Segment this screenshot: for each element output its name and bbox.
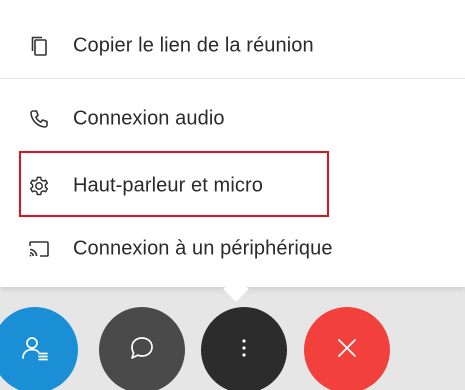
chat-icon <box>127 333 157 368</box>
more-options-menu: Copier le lien de la réunion Connexion a… <box>0 0 465 287</box>
connect-to-device-item[interactable]: Connexion à un périphérique <box>0 221 465 277</box>
speaker-and-mic-item[interactable]: Haut-parleur et micro <box>0 158 465 214</box>
gear-icon <box>28 175 50 197</box>
meeting-stage: Copier le lien de la réunion Connexion a… <box>0 0 465 390</box>
leave-meeting-button[interactable] <box>304 307 390 390</box>
phone-icon <box>28 108 50 130</box>
chat-button[interactable] <box>99 307 185 390</box>
cast-icon <box>28 238 50 260</box>
more-icon <box>229 333 259 368</box>
copy-meeting-link-item[interactable]: Copier le lien de la réunion <box>0 18 465 74</box>
menu-divider <box>0 78 465 79</box>
participants-icon <box>20 333 50 368</box>
more-options-button[interactable] <box>201 307 287 390</box>
copy-icon <box>28 35 50 57</box>
audio-connection-item[interactable]: Connexion audio <box>0 91 465 147</box>
close-icon <box>332 333 362 368</box>
copy-meeting-link-label: Copier le lien de la réunion <box>73 34 314 57</box>
audio-connection-label: Connexion audio <box>73 107 225 130</box>
participants-button[interactable] <box>0 307 78 390</box>
connect-to-device-label: Connexion à un périphérique <box>73 237 333 260</box>
speaker-and-mic-label: Haut-parleur et micro <box>73 174 263 197</box>
